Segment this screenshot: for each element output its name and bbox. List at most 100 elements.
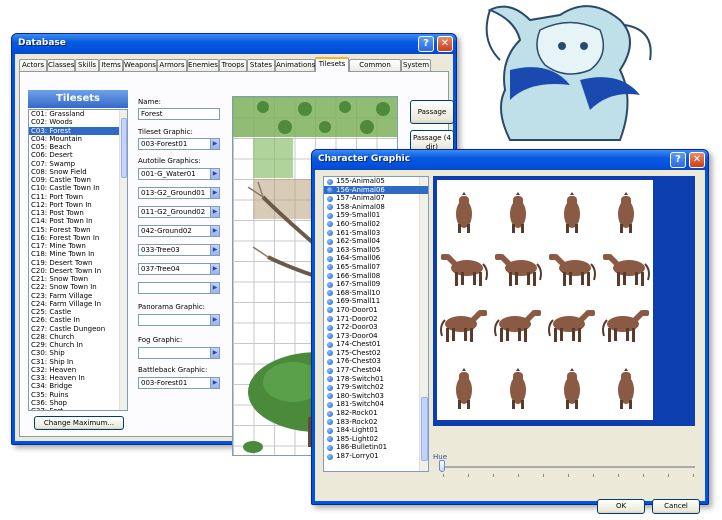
graphic-list-item[interactable]: 167-Small09: [324, 280, 428, 289]
tileset-list-item[interactable]: C03: Forest: [29, 126, 127, 135]
graphic-list-item[interactable]: 179-Switch02: [324, 383, 428, 392]
tileset-list-item[interactable]: C02: Woods: [29, 118, 127, 126]
graphic-list-item[interactable]: 180-Switch03: [324, 392, 428, 401]
tileset-list-item[interactable]: C17: Mine Town: [29, 242, 127, 250]
browse-icon[interactable]: ▶: [210, 245, 219, 255]
browse-icon[interactable]: ▶: [210, 188, 219, 198]
tab-enemies[interactable]: Enemies: [187, 59, 219, 71]
graphic-list-item[interactable]: 183-Rock02: [324, 418, 428, 427]
graphic-list-item[interactable]: 185-Light02: [324, 435, 428, 444]
browse-icon[interactable]: ▶: [210, 139, 219, 149]
graphic-list-item[interactable]: 165-Small07: [324, 263, 428, 272]
tileset-list-item[interactable]: C06: Desert: [29, 151, 127, 159]
close-button[interactable]: ✕: [689, 152, 705, 168]
tileset-list-item[interactable]: C29: Church In: [29, 341, 127, 349]
tab-system[interactable]: System: [401, 59, 431, 71]
tileset-list-item[interactable]: C19: Desert Town: [29, 259, 127, 267]
autotile-field[interactable]: 001-G_Water01 ▶: [138, 168, 220, 180]
hue-slider-track[interactable]: [441, 466, 695, 468]
graphic-list-item[interactable]: 186-Bulletin01: [324, 443, 428, 452]
tileset-list-item[interactable]: C20: Desert Town In: [29, 267, 127, 275]
scroll-thumb[interactable]: [121, 118, 127, 178]
close-button[interactable]: ✕: [437, 36, 453, 52]
tab-armors[interactable]: Armors: [157, 59, 187, 71]
tab-tilesets[interactable]: Tilesets: [315, 57, 349, 72]
tileset-list-scrollbar[interactable]: [119, 110, 127, 410]
autotile-field[interactable]: ▶: [138, 282, 220, 294]
browse-icon[interactable]: ▶: [210, 169, 219, 179]
graphic-list-item[interactable]: 170-Door01: [324, 306, 428, 315]
browse-icon[interactable]: ▶: [210, 378, 219, 388]
character-graphic-titlebar[interactable]: Character Graphic ? ✕: [312, 150, 708, 170]
graphic-list-item[interactable]: 155-Animal05: [324, 177, 428, 186]
tileset-list-item[interactable]: C15: Forest Town: [29, 226, 127, 234]
graphic-list-item[interactable]: 161-Small03: [324, 229, 428, 238]
tileset-list-item[interactable]: C34: Bridge: [29, 382, 127, 390]
tileset-list-item[interactable]: C13: Post Town: [29, 209, 127, 217]
tab-items[interactable]: Items: [99, 59, 123, 71]
browse-icon[interactable]: ▶: [210, 264, 219, 274]
panorama-field[interactable]: ▶: [138, 314, 220, 326]
tileset-list-item[interactable]: C23: Farm Village: [29, 292, 127, 300]
graphic-list-item[interactable]: 162-Small04: [324, 237, 428, 246]
tileset-list-item[interactable]: C10: Castle Town In: [29, 184, 127, 192]
autotile-field[interactable]: 042-Ground02 ▶: [138, 225, 220, 237]
graphic-preview[interactable]: [433, 176, 695, 426]
help-button[interactable]: ?: [670, 152, 686, 168]
autotile-field[interactable]: 011-G2_Ground02 ▶: [138, 206, 220, 218]
browse-icon[interactable]: ▶: [210, 315, 219, 325]
tileset-list-item[interactable]: C32: Heaven: [29, 366, 127, 374]
tab-skills[interactable]: Skills: [75, 59, 99, 71]
tab-states[interactable]: States: [247, 59, 275, 71]
tileset-list-item[interactable]: C22: Snow Town In: [29, 283, 127, 291]
tileset-list-item[interactable]: C04: Mountain: [29, 135, 127, 143]
tileset-list-item[interactable]: C12: Port Town In: [29, 201, 127, 209]
tab-classes[interactable]: Classes: [47, 59, 75, 71]
ok-button[interactable]: OK: [597, 499, 645, 514]
graphic-list-item[interactable]: 178-Switch01: [324, 375, 428, 384]
tileset-list-item[interactable]: C11: Port Town: [29, 193, 127, 201]
browse-icon[interactable]: ▶: [210, 283, 219, 293]
tab-animations[interactable]: Animations: [275, 59, 315, 71]
tileset-list-item[interactable]: C35: Ruins: [29, 391, 127, 399]
autotile-field[interactable]: 033-Tree03 ▶: [138, 244, 220, 256]
tab-actors[interactable]: Actors: [19, 59, 47, 71]
graphic-list-item[interactable]: 160-Small02: [324, 220, 428, 229]
graphic-list-item[interactable]: 156-Animal06: [324, 185, 428, 195]
graphic-list-item[interactable]: 181-Switch04: [324, 400, 428, 409]
graphic-list-item[interactable]: 158-Animal08: [324, 203, 428, 212]
tileset-list-item[interactable]: C26: Castle In: [29, 316, 127, 324]
graphic-list-item[interactable]: 177-Chest04: [324, 366, 428, 375]
tileset-list-item[interactable]: C08: Snow Field: [29, 168, 127, 176]
tileset-list-item[interactable]: C07: Swamp: [29, 160, 127, 168]
tileset-list-item[interactable]: C16: Forest Town In: [29, 234, 127, 242]
graphic-list-item[interactable]: 159-Small01: [324, 211, 428, 220]
graphic-list-item[interactable]: 163-Small05: [324, 246, 428, 255]
tileset-list-item[interactable]: C24: Farm Village In: [29, 300, 127, 308]
browse-icon[interactable]: ▶: [210, 348, 219, 358]
tileset-list-item[interactable]: C27: Castle Dungeon: [29, 325, 127, 333]
passage-button[interactable]: Passage: [410, 100, 454, 124]
graphic-list-item[interactable]: 175-Chest02: [324, 349, 428, 358]
graphic-list-item[interactable]: 174-Chest01: [324, 340, 428, 349]
tileset-list-item[interactable]: C01: Grassland: [29, 110, 127, 118]
tileset-graphic-field[interactable]: 003-Forest01 ▶: [138, 138, 220, 150]
fog-field[interactable]: ▶: [138, 347, 220, 359]
tileset-list-item[interactable]: C21: Snow Town: [29, 275, 127, 283]
graphic-list-item[interactable]: 168-Small10: [324, 289, 428, 298]
graphic-list-item[interactable]: 171-Door02: [324, 315, 428, 324]
tileset-list-item[interactable]: C30: Ship: [29, 349, 127, 357]
battleback-field[interactable]: 003-Forest01 ▶: [138, 377, 220, 389]
tileset-list-item[interactable]: C36: Shop: [29, 399, 127, 407]
database-titlebar[interactable]: Database ? ✕: [12, 34, 456, 54]
graphic-file-list[interactable]: 155-Animal05 156-Animal06 157-Animal07 158-…: [323, 176, 429, 472]
autotile-field[interactable]: 037-Tree04 ▶: [138, 263, 220, 275]
tileset-list-item[interactable]: C33: Heaven In: [29, 374, 127, 382]
graphic-list-item[interactable]: 157-Animal07: [324, 194, 428, 203]
change-maximum-button[interactable]: Change Maximum...: [34, 416, 124, 430]
browse-icon[interactable]: ▶: [210, 207, 219, 217]
graphic-list-item[interactable]: 164-Small06: [324, 254, 428, 263]
tileset-list-item[interactable]: C28: Church: [29, 333, 127, 341]
tab-troops[interactable]: Troops: [219, 59, 247, 71]
tileset-list-item[interactable]: C05: Beach: [29, 143, 127, 151]
